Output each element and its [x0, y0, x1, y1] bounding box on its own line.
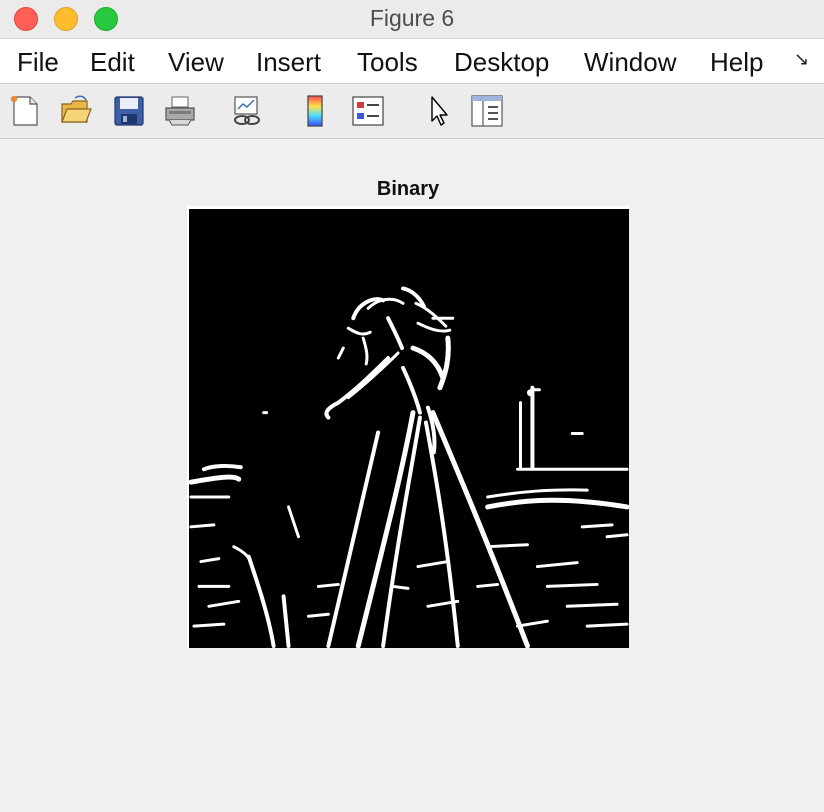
menu-window[interactable]: Window — [584, 47, 676, 78]
window-titlebar: Figure 6 — [0, 0, 824, 39]
insert-colorbar-icon[interactable] — [299, 94, 333, 128]
menu-bar: File Edit View Insert Tools Desktop Wind… — [0, 39, 824, 84]
menu-insert[interactable]: Insert — [256, 47, 321, 78]
menu-help[interactable]: Help — [710, 47, 763, 78]
edit-plot-pointer-icon[interactable] — [422, 94, 456, 128]
plot-title: Binary — [376, 178, 440, 200]
open-file-icon[interactable] — [59, 94, 93, 128]
binary-edge-image — [189, 209, 629, 648]
new-figure-icon[interactable] — [8, 94, 42, 128]
figure-toolbar — [0, 84, 824, 139]
window-title: Figure 6 — [369, 5, 455, 31]
menu-desktop[interactable]: Desktop — [454, 47, 549, 78]
menu-overflow-arrow-icon[interactable]: ↘ — [794, 49, 809, 70]
menu-edit[interactable]: Edit — [90, 47, 135, 78]
show-plot-tools-icon[interactable] — [470, 94, 504, 128]
print-icon[interactable] — [163, 94, 197, 128]
link-plot-icon[interactable] — [230, 94, 264, 128]
binary-image-axes[interactable] — [187, 206, 629, 648]
menu-view[interactable]: View — [168, 47, 224, 78]
save-icon[interactable] — [112, 94, 146, 128]
menu-file[interactable]: File — [17, 47, 59, 78]
insert-legend-icon[interactable] — [351, 94, 385, 128]
menu-tools[interactable]: Tools — [357, 47, 418, 78]
